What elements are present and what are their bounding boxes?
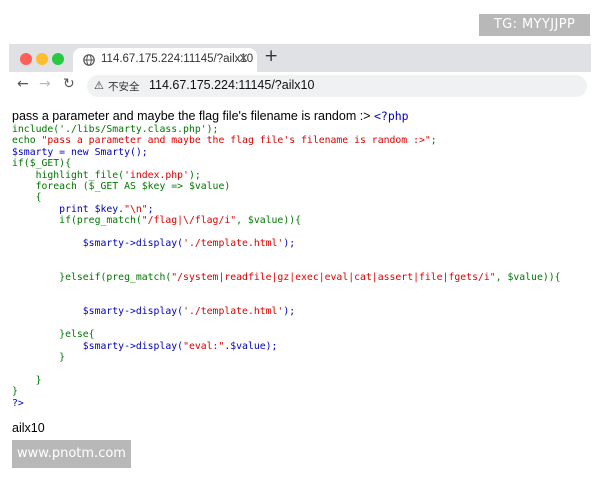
code-line: if($_GET){ bbox=[12, 158, 592, 169]
close-window-button[interactable] bbox=[20, 53, 32, 65]
code-line: highlight_file('index.php'); bbox=[12, 170, 592, 181]
code-token: , $value)){ bbox=[495, 272, 561, 284]
code-line: } bbox=[12, 386, 592, 397]
code-token: .$value); bbox=[224, 340, 278, 352]
code-token: "/flag|\/flag/i" bbox=[141, 215, 237, 227]
code-token: $smarty->display( bbox=[12, 238, 184, 250]
code-token: ; bbox=[147, 203, 154, 215]
security-status-text[interactable]: 不安全 bbox=[108, 79, 140, 94]
code-token: } bbox=[12, 386, 18, 398]
code-line: }elseif(preg_match("/system|readfile|gz|… bbox=[12, 272, 592, 283]
code-token: $smarty = new Smarty(); bbox=[12, 146, 148, 158]
code-token: }elseif(preg_match( bbox=[12, 272, 172, 284]
globe-icon bbox=[83, 54, 95, 66]
code-line: foreach ($_GET AS $key => $value) bbox=[12, 181, 592, 192]
code-token: print $key. bbox=[12, 203, 125, 215]
code-token: "/system|readfile|gz|exec|eval|cat|asser… bbox=[171, 272, 496, 284]
code-token: "eval:" bbox=[183, 340, 225, 352]
code-token: include('./libs/Smarty.class.php'); bbox=[12, 124, 219, 135]
browser-tab[interactable]: 114.67.175.224:11145/?ailx10 × bbox=[73, 48, 257, 72]
code-token: './template.html' bbox=[183, 306, 284, 318]
code-token: , $value)){ bbox=[236, 215, 302, 227]
code-token: foreach ($_GET AS $key => $value) bbox=[12, 181, 231, 193]
new-tab-button[interactable]: + bbox=[264, 46, 278, 66]
browser-toolbar: ← → ↻ ⚠ 不安全 114.67.175.224:11145/?ailx10 bbox=[9, 72, 591, 100]
code-line: $smarty = new Smarty(); bbox=[12, 147, 592, 158]
code-token: 'index.php' bbox=[124, 169, 189, 181]
code-token: { bbox=[12, 192, 42, 204]
watermark-top: TG: MYYJJPP bbox=[479, 14, 590, 36]
code-line: } bbox=[12, 352, 592, 363]
code-token: $smarty->display( bbox=[12, 306, 184, 318]
page-content: pass a parameter and maybe the flag file… bbox=[12, 108, 592, 124]
code-token: }else{ bbox=[12, 329, 95, 341]
source-code-block: include('./libs/Smarty.class.php'); echo … bbox=[12, 124, 592, 409]
code-token: } bbox=[12, 374, 42, 386]
code-line: if(preg_match("/flag|\/flag/i", $value))… bbox=[12, 215, 592, 226]
code-line: }else{ bbox=[12, 329, 592, 340]
code-token: ; bbox=[430, 135, 437, 147]
code-token: echo bbox=[12, 135, 42, 147]
watermark-bottom: www.pnotm.com bbox=[12, 440, 131, 468]
back-arrow-icon[interactable]: ← bbox=[17, 76, 29, 92]
close-tab-icon[interactable]: × bbox=[238, 51, 249, 66]
code-token: ); bbox=[188, 169, 201, 181]
code-line: } bbox=[12, 375, 592, 386]
code-token: "\n" bbox=[124, 203, 148, 215]
reload-icon[interactable]: ↻ bbox=[63, 76, 75, 92]
code-token: "pass a parameter and maybe the flag fil… bbox=[41, 135, 431, 147]
code-token: if(preg_match( bbox=[12, 215, 142, 227]
tab-title: 114.67.175.224:11145/?ailx10 bbox=[101, 53, 254, 65]
browser-window: 114.67.175.224:11145/?ailx10 × + ← → ↻ ⚠… bbox=[9, 44, 591, 100]
maximize-window-button[interactable] bbox=[52, 53, 64, 65]
code-token: $smarty->display( bbox=[12, 340, 184, 352]
lead-text: pass a parameter and maybe the flag file… bbox=[12, 109, 371, 123]
minimize-window-button[interactable] bbox=[36, 53, 48, 65]
code-line: print $key."\n"; bbox=[12, 204, 592, 215]
code-line: ?> bbox=[12, 398, 592, 409]
code-line: echo "pass a parameter and maybe the fla… bbox=[12, 135, 592, 146]
code-token: './template.html' bbox=[183, 238, 284, 250]
code-token: if($_GET){ bbox=[12, 158, 71, 170]
warning-icon[interactable]: ⚠ bbox=[94, 79, 104, 92]
url-text[interactable]: 114.67.175.224:11145/?ailx10 bbox=[149, 78, 314, 92]
output-text: ailx10 bbox=[12, 421, 45, 435]
code-token: ?> bbox=[12, 397, 24, 409]
code-line: $smarty->display('./template.html'); bbox=[12, 306, 592, 317]
code-line: include('./libs/Smarty.class.php'); bbox=[12, 124, 592, 135]
code-token: ); bbox=[283, 238, 296, 250]
code-line: { bbox=[12, 192, 592, 203]
code-token: ); bbox=[283, 306, 296, 318]
page-lead-line: pass a parameter and maybe the flag file… bbox=[12, 108, 592, 124]
code-token: } bbox=[12, 352, 66, 364]
code-line: $smarty->display('./template.html'); bbox=[12, 238, 592, 249]
php-open-tag: <?php bbox=[373, 109, 409, 123]
forward-arrow-icon[interactable]: → bbox=[39, 76, 51, 92]
code-line: $smarty->display("eval:".$value); bbox=[12, 341, 592, 352]
tab-strip: 114.67.175.224:11145/?ailx10 × + bbox=[9, 44, 591, 72]
code-token: highlight_file( bbox=[12, 169, 125, 181]
address-bar[interactable]: ⚠ 不安全 114.67.175.224:11145/?ailx10 bbox=[87, 75, 587, 97]
